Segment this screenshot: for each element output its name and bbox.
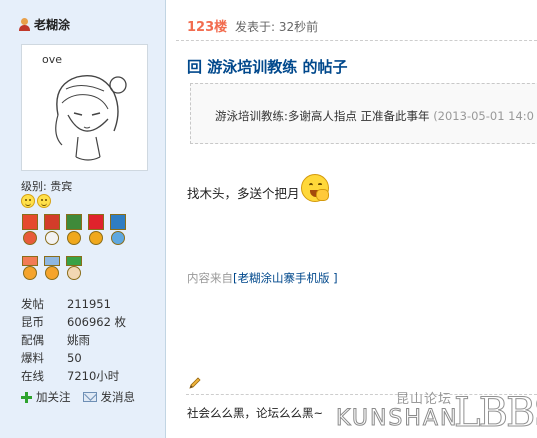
quote-date: (2013-05-01 14:0	[433, 109, 534, 123]
user-actions: 加关注 发消息	[21, 389, 135, 405]
stat-online: 在线 7210小时	[21, 369, 120, 383]
medal-row	[20, 256, 84, 284]
medal-icon[interactable]	[64, 214, 84, 250]
grin-icon	[300, 173, 329, 202]
medal-icon[interactable]	[86, 214, 106, 250]
quote-box: 游泳培训教练:多谢高人指点 正准备此事年 (2013-05-01 14:0	[190, 83, 537, 144]
source-link[interactable]: [老糊涂山寨手机版 ]	[233, 271, 338, 285]
source-prefix: 内容来自	[187, 271, 233, 285]
avatar[interactable]: ove	[21, 44, 148, 171]
floor-number[interactable]: 123楼	[187, 20, 227, 35]
message-button[interactable]: 发消息	[82, 389, 136, 405]
user-icon	[19, 18, 30, 31]
post-meta: 123楼 发表于: 32秒前	[187, 16, 318, 35]
medal-icon[interactable]	[20, 256, 40, 284]
user-stats: 发帖 211951 昆币 606962 枚 配偶 姚雨 爆料 50 在线 7210小时	[21, 295, 126, 385]
username-row[interactable]: 老糊涂	[19, 16, 70, 33]
signature-divider	[186, 394, 537, 395]
user-sidebar: 老糊涂 ove 级别: 贵宾 发帖 211951 昆币 606962 枚 配偶 …	[0, 0, 166, 438]
message-label: 发消息	[100, 390, 136, 404]
avatar-drawing: ove	[42, 53, 127, 161]
medal-icon[interactable]	[42, 256, 62, 284]
pencil-icon	[189, 377, 201, 389]
plus-icon	[21, 391, 32, 403]
smiley-icon	[37, 194, 51, 208]
stat-posts: 发帖 211951	[21, 297, 111, 311]
signature: 社会么么黑，论坛么么黑~	[187, 406, 324, 420]
watermark: 昆山论坛 KUNSHAN LBBS	[335, 388, 537, 437]
stat-reports: 爆料 50	[21, 351, 82, 365]
post-body: 找木头，多送个把月	[187, 173, 329, 202]
quote-text: 游泳培训教练:多谢高人指点 正准备此事年 (2013-05-01 14:0	[215, 108, 534, 124]
stat-coins: 昆币 606962 枚	[21, 315, 127, 329]
watermark-en: KUNSHAN	[335, 406, 459, 432]
divider	[176, 40, 537, 41]
username[interactable]: 老糊涂	[34, 16, 70, 33]
watermark-bbs: LBBS	[454, 390, 537, 437]
medal-icon[interactable]	[108, 214, 128, 250]
mail-icon	[82, 392, 97, 402]
smiley-icon	[21, 194, 35, 208]
avatar-text: ove	[42, 53, 62, 66]
rank-icons	[21, 194, 51, 208]
post-source: 内容来自[老糊涂山寨手机版 ]	[187, 270, 338, 286]
watermark-cn: 昆山论坛	[396, 392, 453, 407]
post-time: 发表于: 32秒前	[234, 20, 319, 34]
medal-icon[interactable]	[20, 214, 40, 250]
user-level: 级别: 贵宾	[21, 180, 73, 193]
follow-button[interactable]: 加关注	[21, 389, 71, 405]
medal-icon[interactable]	[42, 214, 62, 250]
medal-icon[interactable]	[64, 256, 84, 284]
post-title: 回 游泳培训教练 的帖子	[187, 58, 348, 76]
quote-content: 游泳培训教练:多谢高人指点 正准备此事年	[215, 109, 430, 123]
medal-row	[20, 214, 128, 250]
stat-spouse: 配偶 姚雨	[21, 333, 90, 347]
follow-label: 加关注	[36, 390, 71, 404]
post-body-text: 找木头，多送个把月	[187, 186, 300, 201]
